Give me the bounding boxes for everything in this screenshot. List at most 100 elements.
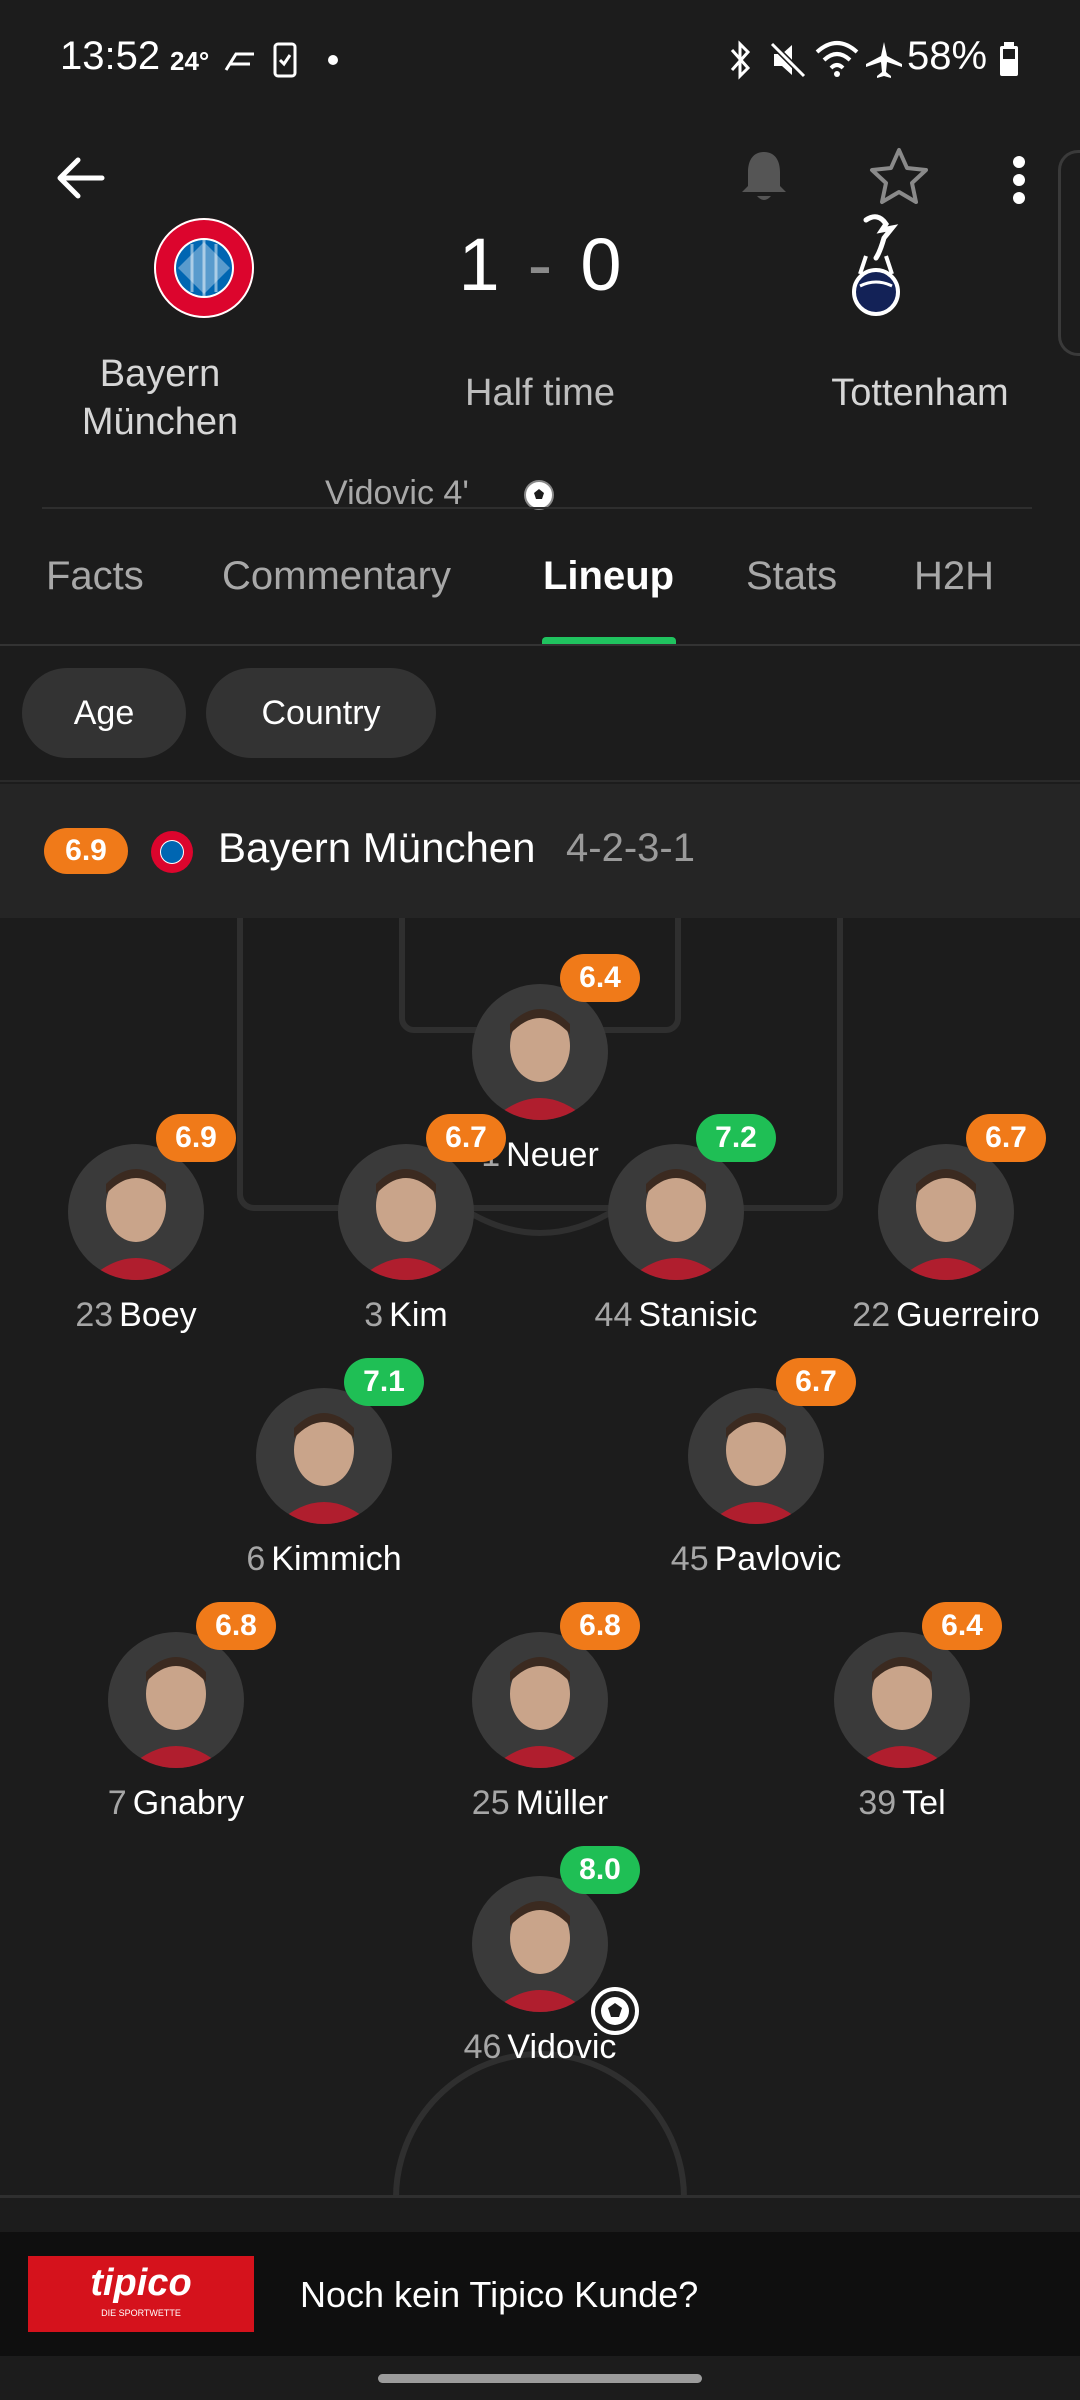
- player-label: 6 Kimmich: [174, 1540, 474, 1579]
- header-divider: [42, 507, 1032, 509]
- player-token[interactable]: 6.7 3 Kim: [276, 1114, 536, 1334]
- player-number: 39: [858, 1784, 897, 1822]
- notification-dot-icon: [328, 55, 338, 65]
- bayern-munchen-logo[interactable]: [152, 216, 256, 320]
- wifi-icon: [815, 41, 859, 77]
- tab-h2h[interactable]: H2H: [914, 554, 994, 599]
- edge-panel-handle[interactable]: [1058, 150, 1080, 356]
- away-team-name[interactable]: Tottenham: [800, 372, 1040, 415]
- tab-lineup[interactable]: Lineup: [543, 554, 674, 599]
- player-photo[interactable]: [472, 1632, 608, 1768]
- player-photo[interactable]: [608, 1144, 744, 1280]
- home-indicator[interactable]: [378, 2374, 702, 2383]
- team-name: Bayern München: [218, 824, 536, 871]
- more-options-button[interactable]: [1000, 150, 1040, 210]
- lineup-pitch: 6.41Neuer6.923Boey6.73Kim7.244Stanisic6.…: [0, 918, 1080, 2198]
- player-label: 22 Guerreiro: [796, 1296, 1080, 1335]
- player-number: 3: [364, 1296, 384, 1334]
- player-name: Pavlovic: [714, 1540, 842, 1578]
- tipico-logo[interactable]: tipico DIE SPORTWETTE: [28, 2256, 254, 2332]
- player-number: 7: [107, 1784, 127, 1822]
- home-team-name[interactable]: Bayern München: [40, 350, 280, 446]
- match-status: Half time: [465, 372, 615, 414]
- bluetooth-icon: [730, 40, 751, 80]
- player-photo[interactable]: [108, 1632, 244, 1768]
- tab-commentary[interactable]: Commentary: [222, 554, 451, 599]
- player-label: 25 Müller: [390, 1784, 690, 1823]
- player-rating-badge: 8.0: [560, 1846, 640, 1894]
- player-number: 6: [246, 1540, 266, 1578]
- player-photo[interactable]: [878, 1144, 1014, 1280]
- player-token[interactable]: 7.2 44 Stanisic: [546, 1114, 806, 1334]
- player-rating-badge: 6.4: [922, 1602, 1002, 1650]
- player-number: 25: [471, 1784, 510, 1822]
- player-token[interactable]: 6.7 45 Pavlovic: [626, 1358, 886, 1578]
- filter-chip-country[interactable]: Country: [206, 668, 436, 758]
- player-token[interactable]: 6.9 23 Boey: [6, 1114, 266, 1334]
- player-name: Gnabry: [132, 1784, 245, 1822]
- player-photo[interactable]: [834, 1632, 970, 1768]
- player-photo[interactable]: [472, 984, 608, 1120]
- app-notification-icon: [224, 52, 254, 71]
- tipico-logo-text: tipico: [90, 2262, 192, 2304]
- team-logo-icon: [151, 831, 193, 873]
- team-rating-badge: 6.9: [44, 828, 128, 874]
- player-name: Boey: [119, 1296, 197, 1334]
- player-label: 23 Boey: [0, 1296, 286, 1335]
- player-photo[interactable]: [338, 1144, 474, 1280]
- battery-icon: [1000, 42, 1018, 76]
- filter-chip-age[interactable]: Age: [22, 668, 186, 758]
- player-token[interactable]: 6.8 25 Müller: [410, 1602, 670, 1822]
- home-score: 1: [458, 223, 500, 306]
- player-name: Stanisic: [638, 1296, 758, 1334]
- player-photo[interactable]: [68, 1144, 204, 1280]
- player-photo[interactable]: [256, 1388, 392, 1524]
- match-tabs: Facts Commentary Lineup Stats H2H: [0, 540, 1080, 644]
- away-score: 0: [580, 223, 622, 306]
- player-token[interactable]: 6.4 39 Tel: [772, 1602, 1032, 1822]
- team-formation: 4-2-3-1: [566, 826, 695, 870]
- player-name: Tel: [902, 1784, 946, 1822]
- battery-percentage: 58%: [907, 34, 988, 78]
- back-button[interactable]: [50, 148, 110, 208]
- player-name: Guerreiro: [896, 1296, 1040, 1334]
- goal-soccer-ball-icon: [590, 1986, 640, 2036]
- tab-stats[interactable]: Stats: [746, 554, 837, 599]
- tab-facts[interactable]: Facts: [46, 554, 144, 599]
- notification-bell-button[interactable]: [738, 148, 790, 204]
- player-number: 45: [670, 1540, 709, 1578]
- player-number: 46: [463, 2028, 502, 2066]
- player-number: 23: [75, 1296, 114, 1334]
- status-bar: 13:52 24° 58%: [0, 0, 1080, 120]
- player-label: 44 Stanisic: [526, 1296, 826, 1335]
- player-photo[interactable]: [472, 1876, 608, 2012]
- tabs-divider: [0, 644, 1080, 646]
- player-token[interactable]: 6.7 22 Guerreiro: [816, 1114, 1076, 1334]
- player-token[interactable]: 8.0 46 Vidovic: [410, 1846, 670, 2066]
- player-label: 7 Gnabry: [26, 1784, 326, 1823]
- player-rating-badge: 6.7: [966, 1114, 1046, 1162]
- player-label: 46 Vidovic: [390, 2028, 690, 2067]
- player-rating-badge: 6.7: [776, 1358, 856, 1406]
- status-time: 13:52: [60, 34, 161, 78]
- player-rating-badge: 6.8: [196, 1602, 276, 1650]
- scoreline: 1-0: [400, 222, 680, 307]
- player-photo[interactable]: [688, 1388, 824, 1524]
- player-name: Müller: [515, 1784, 609, 1822]
- favorite-star-button[interactable]: [868, 146, 930, 208]
- player-rating-badge: 6.7: [426, 1114, 506, 1162]
- tottenham-logo[interactable]: [836, 212, 916, 322]
- mute-icon: [769, 41, 807, 79]
- ad-text[interactable]: Noch kein Tipico Kunde?: [300, 2274, 698, 2316]
- score-separator: -: [527, 223, 553, 306]
- player-name: Kim: [389, 1296, 448, 1334]
- airplane-mode-icon: [866, 42, 902, 78]
- active-tab-indicator: [542, 637, 676, 644]
- phone-check-icon: [273, 42, 297, 78]
- chips-divider: [0, 780, 1080, 782]
- player-rating-badge: 6.9: [156, 1114, 236, 1162]
- player-label: 45 Pavlovic: [606, 1540, 906, 1579]
- player-token[interactable]: 7.1 6 Kimmich: [194, 1358, 454, 1578]
- player-label: 3 Kim: [256, 1296, 556, 1335]
- player-token[interactable]: 6.8 7 Gnabry: [46, 1602, 306, 1822]
